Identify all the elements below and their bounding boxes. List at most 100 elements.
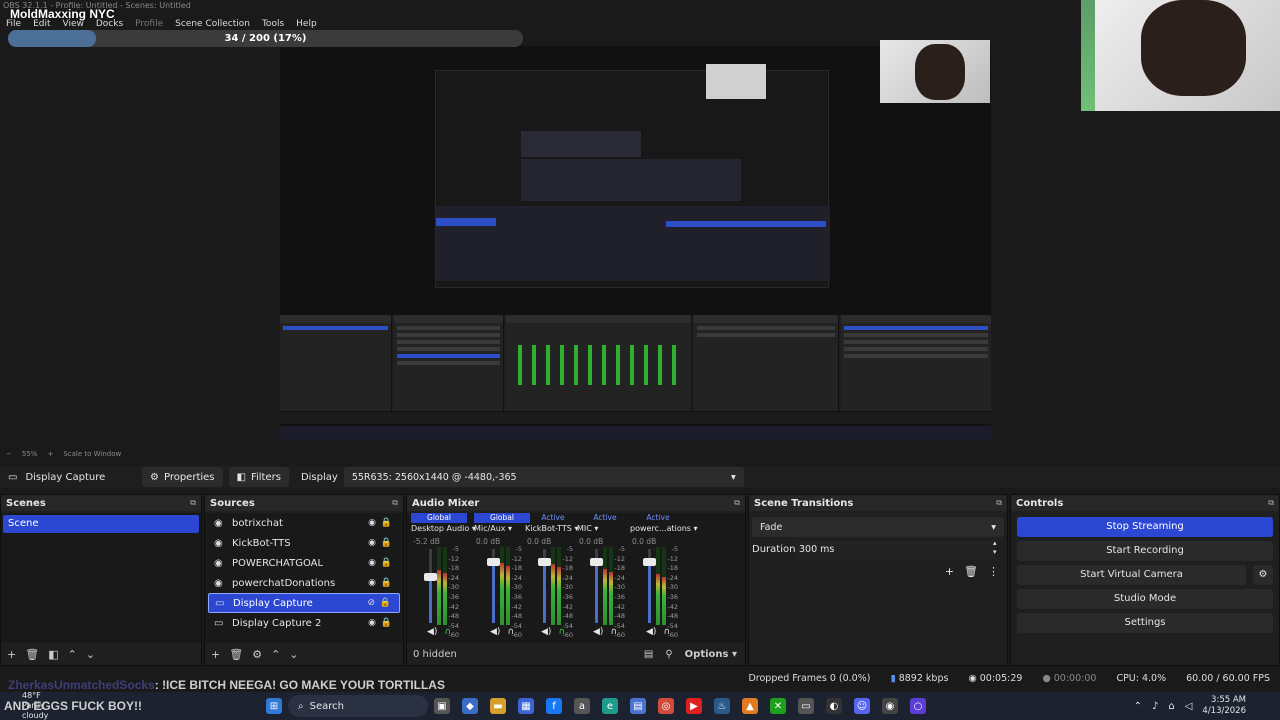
dock-float-icon[interactable]: ⧉	[392, 498, 398, 508]
fader-knob[interactable]	[643, 558, 656, 567]
obs-icon[interactable]: ◉	[882, 698, 898, 714]
app-icon[interactable]: ○	[910, 698, 926, 714]
add-icon[interactable]: +	[211, 648, 220, 661]
display-select[interactable]: 55R635: 2560x1440 @ -4480,-365 ▾	[343, 467, 744, 487]
volume-icon[interactable]: ◁	[1185, 701, 1193, 712]
chrome-icon[interactable]: ◎	[658, 698, 674, 714]
dock-float-icon[interactable]: ⧉	[996, 498, 1002, 508]
task-view-icon[interactable]: ▣	[434, 698, 450, 714]
scene-item[interactable]: Scene	[3, 515, 199, 533]
mic-icon[interactable]: ♪	[1152, 701, 1158, 712]
lock-icon[interactable]: 🔒	[381, 518, 392, 528]
arrow-down-icon[interactable]: ⌄	[86, 648, 95, 661]
fader-knob[interactable]	[538, 558, 551, 567]
source-item[interactable]: ◉ POWERCHATGOAL ◉ 🔒	[208, 553, 400, 573]
menu-scene-collection[interactable]: Scene Collection	[169, 17, 256, 31]
youtube-icon[interactable]: ▶	[686, 698, 702, 714]
amazon-icon[interactable]: a	[574, 698, 590, 714]
arrow-down-icon[interactable]: ⌄	[289, 648, 298, 661]
headphone-icon[interactable]: ∩	[663, 627, 670, 637]
speaker-icon[interactable]: ◀)	[490, 627, 500, 637]
settings-button[interactable]: Settings	[1017, 613, 1273, 633]
source-item[interactable]: ▭ Display Capture 2 ◉ 🔒	[208, 613, 400, 633]
eye-icon[interactable]: ◉	[368, 538, 376, 548]
network-icon[interactable]: ⌂	[1168, 701, 1174, 712]
file-explorer-icon[interactable]: ▬	[490, 698, 506, 714]
source-item-selected[interactable]: ▭ Display Capture ⊘ 🔒	[208, 593, 400, 613]
arrow-up-icon[interactable]: ⌃	[271, 648, 280, 661]
eye-icon[interactable]: ◉	[368, 578, 376, 588]
gear-icon[interactable]: ⚙	[1253, 565, 1273, 585]
eye-icon[interactable]: ◉	[368, 518, 376, 528]
start-recording-button[interactable]: Start Recording	[1017, 541, 1273, 561]
xbox-icon[interactable]: ✕	[770, 698, 786, 714]
add-icon[interactable]: +	[945, 565, 954, 578]
windows-start-icon[interactable]: ⊞	[266, 698, 282, 714]
volume-fader[interactable]	[424, 549, 437, 623]
more-icon[interactable]: ⋮	[988, 565, 999, 578]
discord-icon[interactable]: ☺	[854, 698, 870, 714]
zoom-mode[interactable]: Scale to Window	[63, 448, 121, 460]
zoom-out-icon[interactable]: −	[6, 448, 12, 460]
eye-hidden-icon[interactable]: ⊘	[367, 598, 375, 608]
trash-icon[interactable]: 🗑	[229, 648, 243, 661]
filter-icon[interactable]: ◧	[48, 648, 58, 661]
filters-button[interactable]: ◧ Filters	[228, 467, 289, 487]
lock-icon[interactable]: 🔒	[381, 538, 392, 548]
transition-select[interactable]: Fade ▾	[752, 517, 1004, 537]
source-item[interactable]: ◉ KickBot-TTS ◉ 🔒	[208, 533, 400, 553]
channel-name[interactable]: KickBot-TTS ▾	[525, 524, 585, 535]
menu-help[interactable]: Help	[290, 17, 323, 31]
speaker-icon[interactable]: ◀)	[646, 627, 656, 637]
headphone-icon[interactable]: ∩	[444, 627, 451, 637]
headphone-icon[interactable]: ∩	[507, 627, 514, 637]
channel-name[interactable]: MIC ▾	[577, 524, 637, 535]
eye-icon[interactable]: ◉	[368, 558, 376, 568]
lock-icon[interactable]: 🔒	[381, 618, 392, 628]
dock-float-icon[interactable]: ⧉	[1268, 498, 1274, 508]
speaker-icon[interactable]: ◀)	[593, 627, 603, 637]
speaker-icon[interactable]: ◀)	[541, 627, 551, 637]
chevron-up-icon[interactable]: ⌃	[1134, 701, 1142, 712]
store-icon[interactable]: ▦	[518, 698, 534, 714]
dock-float-icon[interactable]: ⧉	[734, 498, 740, 508]
volume-fader[interactable]	[643, 549, 656, 623]
zoom-level[interactable]: 55%	[22, 448, 38, 460]
trash-icon[interactable]: 🗑	[25, 648, 39, 661]
facebook-icon[interactable]: f	[546, 698, 562, 714]
menu-profile[interactable]: Profile	[129, 17, 169, 31]
edge-icon[interactable]: e	[602, 698, 618, 714]
properties-button[interactable]: ⚙ Properties	[142, 467, 223, 487]
layout-icon[interactable]: ▤	[644, 649, 653, 660]
volume-fader[interactable]	[538, 549, 551, 623]
taskbar-clock[interactable]: 3:55 AM 4/13/2026	[1202, 695, 1246, 717]
speaker-icon[interactable]: ◀)	[427, 627, 437, 637]
lock-icon[interactable]: 🔒	[381, 578, 392, 588]
stop-streaming-button[interactable]: Stop Streaming	[1017, 517, 1273, 537]
duration-stepper[interactable]: ▴ ▾	[993, 539, 997, 557]
fader-knob[interactable]	[424, 573, 437, 582]
source-item[interactable]: ◉ botrixchat ◉ 🔒	[208, 513, 400, 533]
duration-input[interactable]: 300 ms	[795, 541, 995, 559]
arrow-up-icon[interactable]: ⌃	[68, 648, 77, 661]
add-icon[interactable]: +	[7, 648, 16, 661]
lock-icon[interactable]: 🔒	[381, 558, 392, 568]
lock-icon[interactable]: 🔒	[380, 598, 391, 608]
copilot-icon[interactable]: ◆	[462, 698, 478, 714]
trash-icon[interactable]: 🗑	[964, 565, 978, 578]
channel-name[interactable]: Desktop Audio ▾	[411, 524, 476, 535]
terminal-icon[interactable]: ▭	[798, 698, 814, 714]
link-icon[interactable]: ⚲	[665, 649, 672, 660]
volume-fader[interactable]	[590, 549, 603, 623]
taskbar-search[interactable]: ⌕ Search	[288, 695, 428, 717]
fader-knob[interactable]	[487, 558, 500, 567]
fader-knob[interactable]	[590, 558, 603, 567]
studio-mode-button[interactable]: Studio Mode	[1017, 589, 1273, 609]
volume-fader[interactable]	[487, 549, 500, 623]
headphone-icon[interactable]: ∩	[610, 627, 617, 637]
options-button[interactable]: Options ▾	[685, 649, 737, 660]
source-item[interactable]: ◉ powerchatDonations ◉ 🔒	[208, 573, 400, 593]
vlc-icon[interactable]: ▲	[742, 698, 758, 714]
dock-float-icon[interactable]: ⧉	[190, 498, 196, 508]
start-virtual-camera-button[interactable]: Start Virtual Camera	[1017, 565, 1246, 585]
